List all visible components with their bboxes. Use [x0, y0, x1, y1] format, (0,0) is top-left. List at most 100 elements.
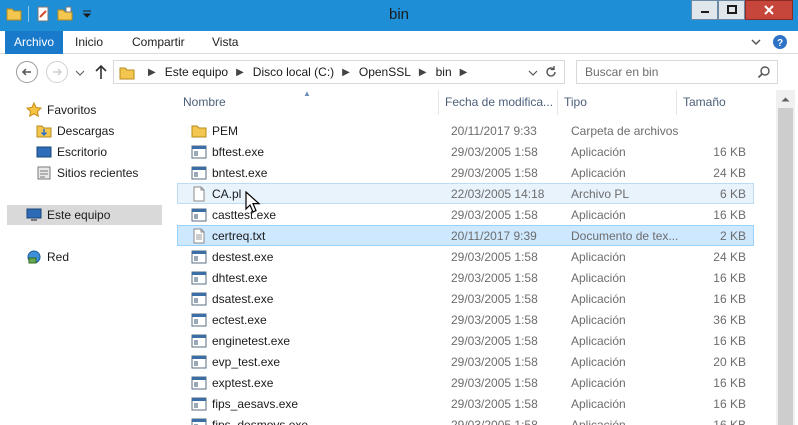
file-size: 24 KB	[713, 250, 746, 264]
file-size: 36 KB	[713, 313, 746, 327]
file-size: 16 KB	[713, 418, 746, 425]
close-button[interactable]	[745, 0, 793, 20]
file-size: 2 KB	[719, 229, 746, 243]
file-row[interactable]: exptest.exe 29/03/2005 1:58 Aplicación 16 K…	[177, 372, 754, 393]
nav-red[interactable]: Red	[26, 247, 69, 267]
file-size: 24 KB	[713, 166, 746, 180]
file-row[interactable]: certreq.txt 20/11/2017 9:39 Documento de t…	[177, 225, 754, 246]
application-icon	[191, 376, 207, 390]
file-type: Aplicación	[571, 418, 626, 425]
tab-archivo[interactable]: Archivo	[5, 31, 64, 54]
file-row[interactable]: dsatest.exe 29/03/2005 1:58 Aplicación 16 K…	[177, 288, 754, 309]
nav-este-equipo-label: Este equipo	[47, 208, 111, 222]
file-date: 20/11/2017 9:33	[451, 124, 537, 138]
file-date: 29/03/2005 1:58	[451, 376, 538, 390]
nav-sitios-recientes-label: Sitios recientes	[57, 166, 139, 180]
vertical-scrollbar[interactable]	[776, 90, 795, 425]
mouse-pointer-icon	[245, 191, 261, 213]
file-row[interactable]: enginetest.exe 29/03/2005 1:58 Aplicación 1…	[177, 330, 754, 351]
nav-escritorio-label: Escritorio	[57, 145, 108, 159]
nav-este-equipo[interactable]: Este equipo	[7, 205, 162, 225]
nav-sitios-recientes[interactable]: Sitios recientes	[36, 163, 138, 183]
column-type[interactable]: Tipo	[558, 90, 677, 115]
breadcrumb-disco-local[interactable]: Disco local (C:)	[253, 65, 334, 79]
maximize-icon	[726, 5, 737, 14]
recent-locations-icon[interactable]	[75, 69, 85, 77]
scrollbar-thumb[interactable]	[778, 108, 793, 425]
nav-escritorio[interactable]: Escritorio	[36, 142, 107, 162]
file-name: dsatest.exe	[212, 292, 274, 306]
arrow-up-icon[interactable]	[93, 63, 109, 81]
file-row[interactable]: bntest.exe 29/03/2005 1:58 Aplicación 24 KB	[177, 162, 754, 183]
application-icon	[191, 292, 207, 306]
application-icon	[191, 313, 207, 327]
file-size: 16 KB	[713, 376, 746, 390]
tab-inicio[interactable]: Inicio	[66, 31, 112, 54]
column-size[interactable]: Tamaño	[677, 90, 757, 115]
desktop-icon	[36, 146, 52, 158]
file-type: Aplicación	[571, 376, 626, 390]
breadcrumb-openssl[interactable]: OpenSSL	[359, 65, 411, 79]
file-type: Archivo PL	[571, 187, 630, 201]
back-button[interactable]	[16, 61, 38, 83]
breadcrumb: ▶ Este equipo ▶ Disco local (C:) ▶ OpenS…	[140, 65, 476, 79]
arrow-left-icon	[21, 68, 31, 76]
file-date: 29/03/2005 1:58	[451, 208, 538, 222]
nav-favoritos[interactable]: Favoritos	[26, 100, 96, 120]
column-date[interactable]: Fecha de modifica...	[439, 90, 558, 115]
file-row[interactable]: dhtest.exe 29/03/2005 1:58 Aplicación 16 KB	[177, 267, 754, 288]
file-type: Aplicación	[571, 208, 626, 222]
breadcrumb-separator[interactable]: ▶	[460, 67, 468, 78]
file-size: 16 KB	[713, 271, 746, 285]
expand-ribbon-icon[interactable]	[750, 36, 762, 48]
breadcrumb-este-equipo[interactable]: Este equipo	[165, 65, 228, 79]
address-row: ▶ Este equipo ▶ Disco local (C:) ▶ OpenS…	[0, 54, 798, 90]
file-name: dhtest.exe	[212, 271, 268, 285]
scroll-up-button[interactable]	[776, 90, 795, 107]
file-date: 29/03/2005 1:58	[451, 418, 538, 425]
file-row[interactable]: bftest.exe 29/03/2005 1:58 Aplicación 16 KB	[177, 141, 754, 162]
column-name[interactable]: Nombre	[177, 90, 439, 115]
application-icon	[191, 166, 207, 180]
file-row[interactable]: destest.exe 29/03/2005 1:58 Aplicación 24 K…	[177, 246, 754, 267]
file-row[interactable]: fips_aesavs.exe 29/03/2005 1:58 Aplicación…	[177, 393, 754, 414]
tab-vista[interactable]: Vista	[203, 31, 247, 54]
search-box[interactable]	[576, 60, 778, 84]
file-row[interactable]: casttest.exe 29/03/2005 1:58 Aplicación 16 …	[177, 204, 754, 225]
file-name: PEM	[212, 124, 239, 138]
file-type: Aplicación	[571, 355, 626, 369]
application-icon	[191, 334, 207, 348]
file-name: evp_test.exe	[212, 355, 281, 369]
minimize-icon	[700, 11, 709, 13]
text-document-icon	[193, 228, 205, 244]
file-row[interactable]: fips_desmovs.exe 29/03/2005 1:58 Aplicació…	[177, 414, 754, 425]
file-row[interactable]: CA.pl 22/03/2005 14:18 Archivo PL 6 KB	[177, 183, 754, 204]
breadcrumb-separator[interactable]: ▶	[342, 67, 350, 78]
refresh-icon[interactable]	[544, 65, 558, 79]
file-size: 16 KB	[713, 334, 746, 348]
breadcrumb-separator[interactable]: ▶	[419, 67, 427, 78]
maximize-button[interactable]	[718, 0, 745, 20]
file-date: 29/03/2005 1:58	[451, 166, 538, 180]
file-name: destest.exe	[212, 250, 274, 264]
forward-button[interactable]	[46, 61, 68, 83]
help-icon[interactable]: ?	[773, 35, 787, 49]
nav-descargas[interactable]: Descargas	[36, 121, 114, 141]
chevron-down-icon[interactable]	[528, 69, 538, 77]
search-input[interactable]	[585, 64, 745, 80]
application-icon	[191, 250, 207, 264]
file-row[interactable]: evp_test.exe 29/03/2005 1:58 Aplicación 20 …	[177, 351, 754, 372]
breadcrumb-bin[interactable]: bin	[436, 65, 452, 79]
minimize-button[interactable]	[691, 0, 718, 20]
breadcrumb-separator[interactable]: ▶	[236, 67, 244, 78]
file-row[interactable]: ectest.exe 29/03/2005 1:58 Aplicación 36 KB	[177, 309, 754, 330]
address-bar[interactable]: ▶ Este equipo ▶ Disco local (C:) ▶ OpenS…	[113, 60, 565, 84]
ribbon-tabs: Archivo Inicio Compartir Vista ?	[0, 31, 798, 54]
breadcrumb-separator[interactable]: ▶	[148, 67, 156, 78]
tab-compartir[interactable]: Compartir	[123, 31, 194, 54]
search-icon[interactable]	[757, 65, 771, 79]
file-size: 6 KB	[719, 187, 746, 201]
file-size: 20 KB	[713, 355, 746, 369]
network-icon	[27, 250, 41, 264]
file-row[interactable]: PEM 20/11/2017 9:33 Carpeta de archivos	[177, 120, 754, 141]
